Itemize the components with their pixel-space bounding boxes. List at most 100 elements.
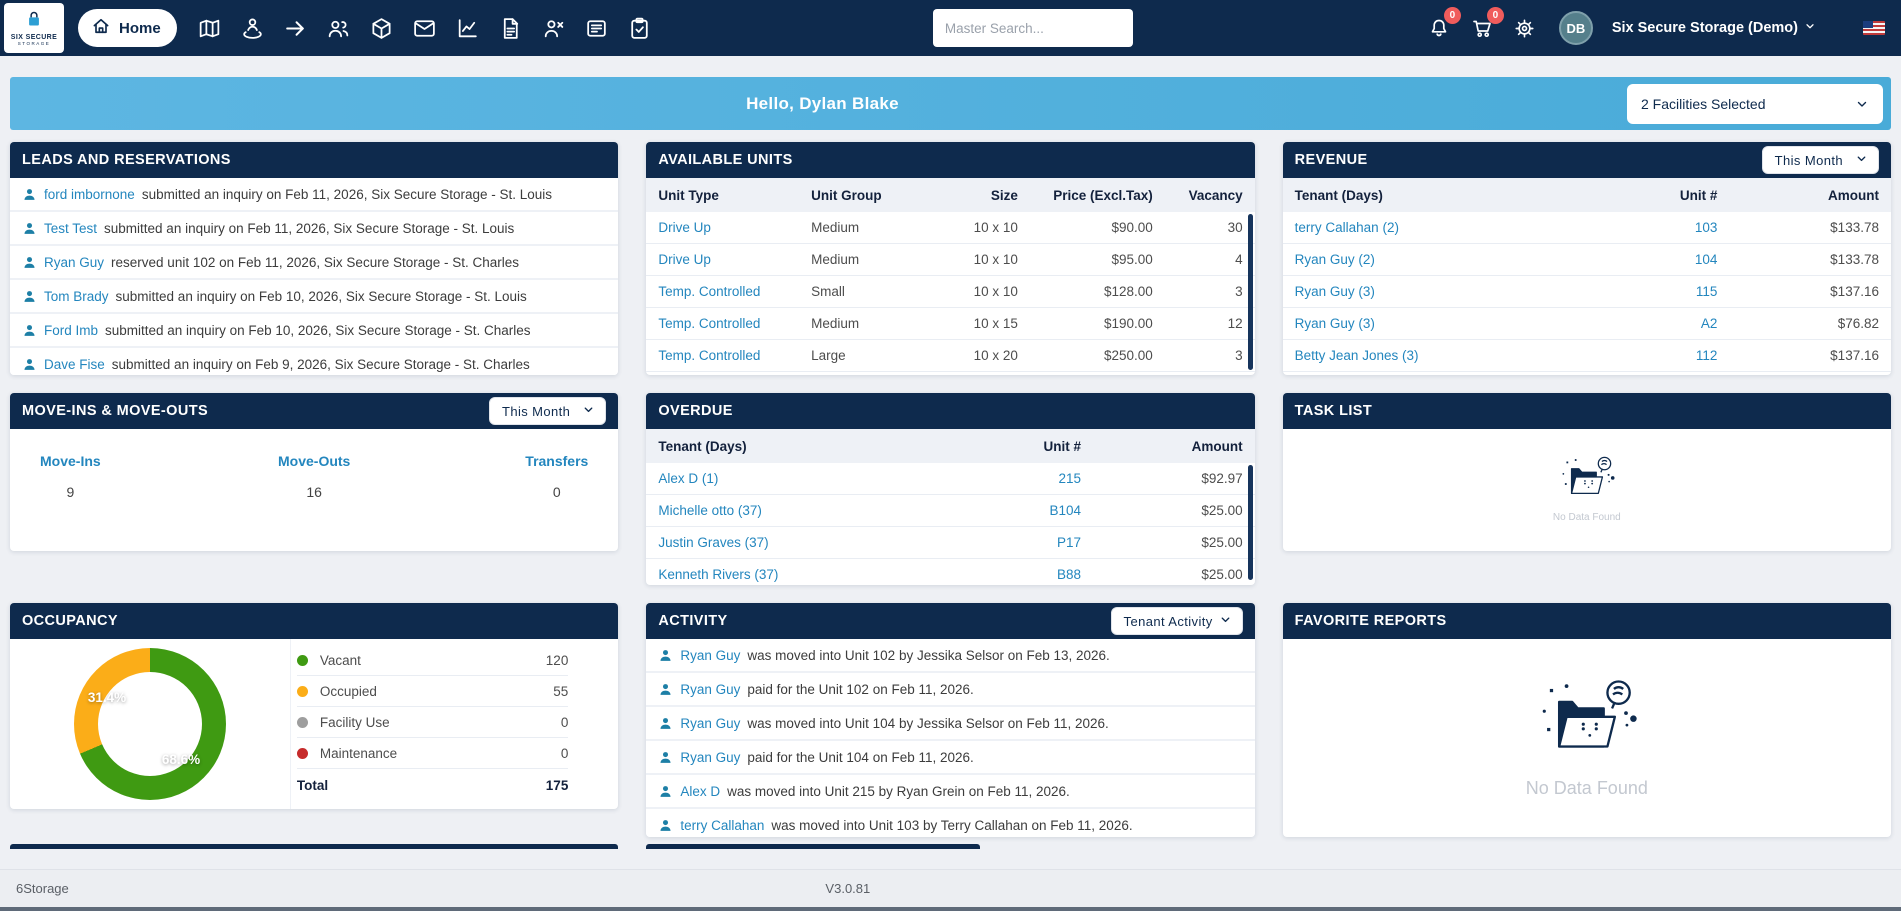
tenant-link[interactable]: Ryan Guy (3) (1295, 316, 1593, 331)
activity-name-link[interactable]: Ryan Guy (680, 716, 740, 731)
table-row: terry Callahan (2) 103 $133.78 (1282, 212, 1891, 244)
activity-name-link[interactable]: terry Callahan (680, 818, 764, 833)
remove-tenant-icon[interactable] (541, 16, 566, 41)
size-cell: 10 x 20 (973, 348, 1018, 363)
scrollbar[interactable] (1247, 214, 1253, 370)
col-tenant: Tenant (Days) (658, 438, 747, 454)
next-row-card-edges (0, 844, 1901, 849)
map-icon[interactable] (197, 16, 222, 41)
unit-link[interactable]: 103 (1593, 220, 1718, 235)
account-name: Six Secure Storage (Demo) (1611, 20, 1798, 36)
chevron-down-icon (1855, 152, 1868, 168)
cart-icon[interactable]: 0 (1470, 7, 1504, 40)
unit-link[interactable]: B104 (957, 503, 1082, 518)
documents-icon[interactable] (498, 16, 523, 41)
language-us-flag-icon[interactable] (1863, 21, 1885, 35)
legend-value: 0 (560, 714, 569, 730)
move-ins-period-dropdown[interactable]: This Month (489, 397, 607, 425)
unit-link[interactable]: 115 (1593, 284, 1718, 299)
activity-card: ACTIVITY Tenant Activity Ryan Guy was mo… (646, 603, 1255, 837)
tenants-icon[interactable] (326, 16, 351, 41)
tenant-link[interactable]: Ryan Guy (2) (1295, 252, 1593, 267)
revenue-header-row: Tenant (Days) Unit # Amount (1282, 178, 1891, 212)
unit-type-link[interactable]: Drive Up (658, 220, 811, 235)
occupancy-title: OCCUPANCY (10, 603, 619, 639)
activity-filter-value: Tenant Activity (1123, 613, 1213, 629)
list-item: Ryan Guy was moved into Unit 102 by Jess… (646, 639, 1255, 673)
greeting-text: Hello, Dylan Blake (746, 93, 899, 113)
price-cell: $190.00 (1103, 316, 1153, 331)
activity-name-link[interactable]: Alex D (680, 784, 720, 799)
tasks-clipboard-icon[interactable] (627, 16, 652, 41)
stat-label-link[interactable]: Transfers (525, 453, 588, 469)
lead-name-link[interactable]: Dave Fise (44, 357, 105, 372)
unit-type-link[interactable]: Temp. Controlled (658, 348, 811, 363)
facility-selector-dropdown[interactable]: 2 Facilities Selected (1627, 83, 1883, 124)
legend-total-value: 175 (545, 777, 569, 793)
list-item: Tom Brady submitted an inquiry on Feb 10… (10, 280, 619, 314)
activity-name-link[interactable]: Ryan Guy (680, 750, 740, 765)
table-row: Temp. Controlled Medium 10 x 15 $190.00 … (646, 308, 1255, 340)
notifications-bell-icon[interactable]: 0 (1427, 7, 1461, 40)
revenue-period-value: This Month (1774, 152, 1843, 168)
unit-group-cell: Medium (811, 220, 860, 235)
tenant-link[interactable]: Betty Jean Jones (3) (1295, 348, 1593, 363)
stat-label-link[interactable]: Move-Ins (40, 453, 101, 469)
nav-home-button[interactable]: Home (78, 9, 177, 47)
user-avatar[interactable]: DB (1558, 11, 1593, 45)
col-amount: Amount (1191, 438, 1243, 454)
lead-name-link[interactable]: Tom Brady (44, 289, 109, 304)
unit-type-link[interactable]: Drive Up (658, 252, 811, 267)
lead-name-link[interactable]: Ford Imb (44, 323, 98, 338)
unit-link[interactable]: 112 (1593, 348, 1718, 363)
table-row: Kenneth Rivers (37) B88 $25.00 (646, 559, 1254, 585)
logo-text-line1: SIX SECURE (10, 34, 58, 41)
account-menu[interactable]: Six Secure Storage (Demo) (1612, 20, 1816, 36)
scrollbar[interactable] (1247, 465, 1253, 580)
task-list-empty-state: No Data Found (1283, 429, 1891, 547)
list-item: Ryan Guy paid for the Unit 104 on Feb 11… (646, 741, 1255, 775)
legend-label: Occupied (319, 683, 377, 699)
amount-cell: $25.00 (1201, 535, 1243, 550)
activity-name-link[interactable]: Ryan Guy (680, 682, 740, 697)
units-cube-icon[interactable] (369, 16, 394, 41)
unit-link[interactable]: 104 (1593, 252, 1718, 267)
top-navbar: SIX SECURE STORAGE Home 0 0 (0, 0, 1901, 56)
donut-minor-slice-label: 31.4% (87, 690, 127, 705)
lead-name-link[interactable]: Ryan Guy (44, 255, 104, 270)
stat-label-link[interactable]: Move-Outs (278, 453, 350, 469)
person-icon (22, 289, 37, 304)
unit-link[interactable]: B88 (957, 567, 1081, 582)
unit-link[interactable]: 215 (957, 471, 1082, 486)
tenant-link[interactable]: Michelle otto (37) (658, 503, 956, 518)
tenant-link[interactable]: Alex D (1) (658, 471, 956, 486)
move-out-arrow-icon[interactable] (283, 16, 308, 41)
tenant-link[interactable]: Kenneth Rivers (37) (658, 567, 956, 582)
unit-link[interactable]: P17 (957, 535, 1081, 550)
activity-filter-dropdown[interactable]: Tenant Activity (1110, 607, 1243, 635)
lead-text: submitted an inquiry on Feb 10, 2026, Si… (105, 322, 531, 338)
unit-link[interactable]: A2 (1593, 316, 1718, 331)
mail-icon[interactable] (412, 16, 437, 41)
home-label: Home (119, 19, 161, 37)
lead-name-link[interactable]: Test Test (44, 221, 97, 236)
settings-gear-icon[interactable] (1513, 17, 1536, 40)
col-size: Size (990, 187, 1018, 203)
price-cell: $95.00 (1111, 252, 1153, 267)
person-location-icon[interactable] (240, 16, 265, 41)
tenant-link[interactable]: terry Callahan (2) (1295, 220, 1593, 235)
unit-type-link[interactable]: Temp. Controlled (658, 316, 811, 331)
reports-chart-icon[interactable] (455, 16, 480, 41)
revenue-period-dropdown[interactable]: This Month (1761, 146, 1879, 174)
notes-icon[interactable] (584, 16, 609, 41)
lead-name-link[interactable]: ford imbornone (44, 187, 135, 202)
activity-name-link[interactable]: Ryan Guy (680, 648, 740, 663)
tenant-link[interactable]: Justin Graves (37) (658, 535, 956, 550)
unit-type-link[interactable]: Temp. Controlled (658, 284, 811, 299)
tenant-link[interactable]: Ryan Guy (3) (1295, 284, 1593, 299)
master-search-input[interactable] (932, 9, 1133, 47)
brand-logo[interactable]: SIX SECURE STORAGE (4, 3, 64, 53)
amount-cell: $137.16 (1830, 284, 1879, 299)
legend-dot (296, 747, 308, 759)
footer: 6Storage V3.0.81 (0, 869, 1901, 911)
